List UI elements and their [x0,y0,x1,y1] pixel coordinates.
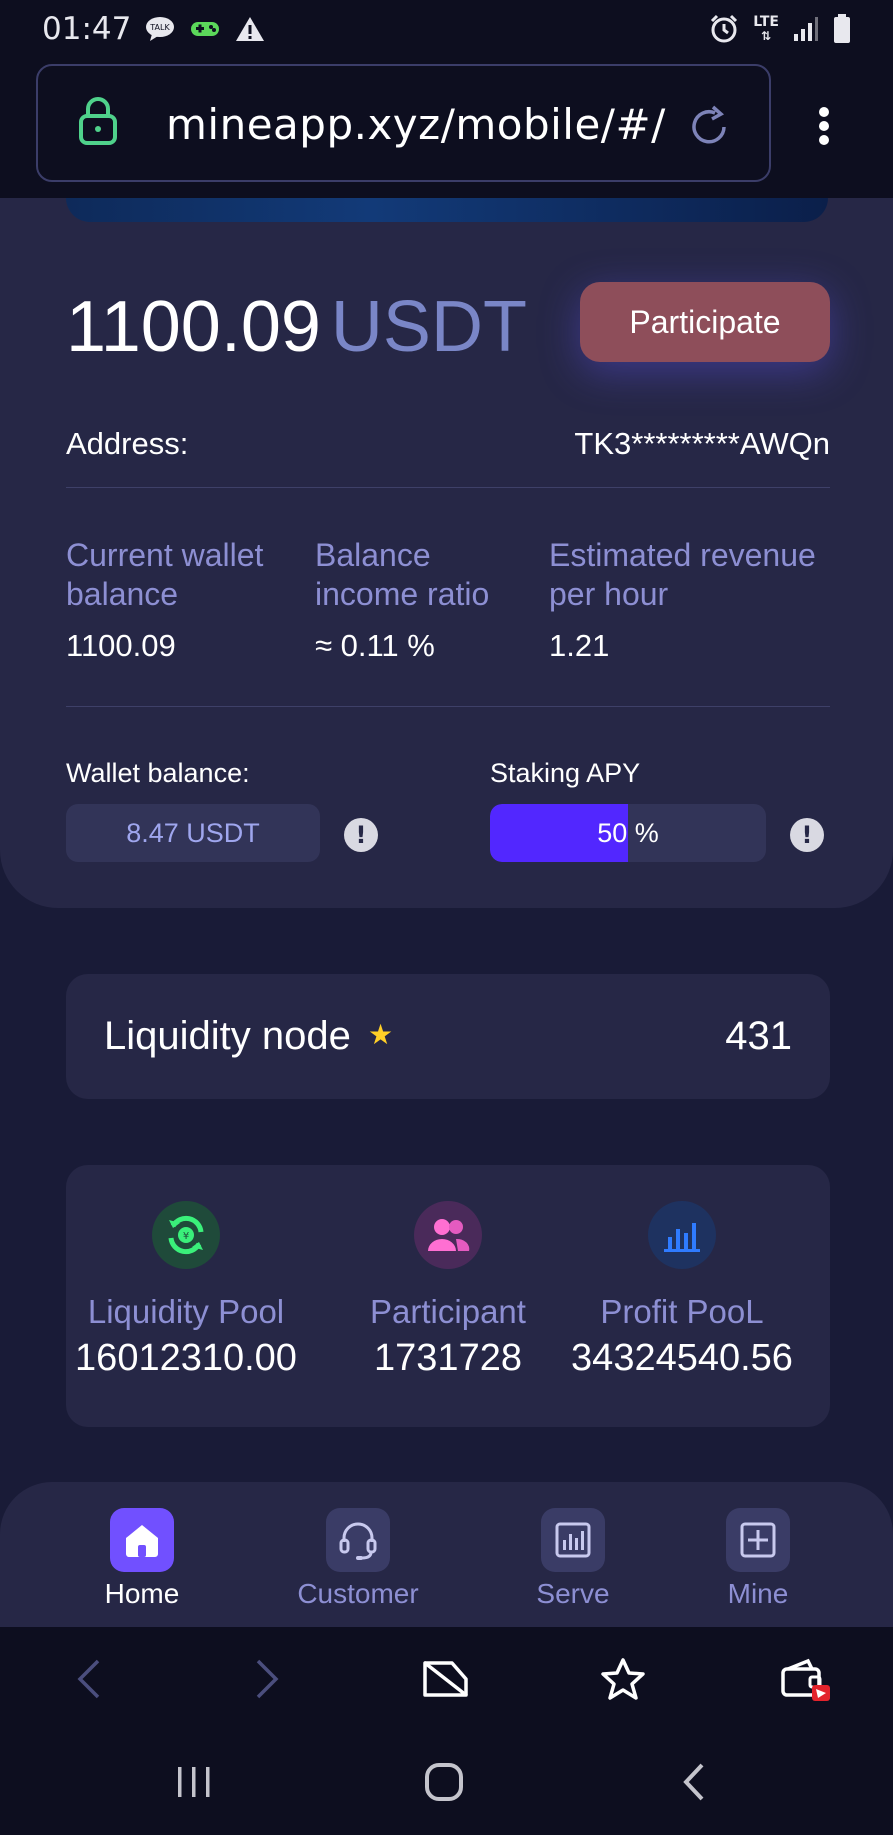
svg-text:¥: ¥ [183,1231,189,1242]
home-icon [110,1508,174,1572]
nav-customer[interactable]: Customer [273,1508,443,1610]
stat-label: Current wallet balance [66,537,264,612]
back-icon[interactable] [74,1657,104,1705]
staking-info-icon[interactable]: ! [790,818,824,852]
signal-icon [793,16,819,42]
status-bar: 01:47 TALK LTE ⇅ [0,0,893,58]
wallet-balance-value: 8.47 USDT [66,804,320,862]
divider [66,487,830,488]
lock-icon[interactable] [78,96,118,150]
address-label: Address: [66,426,189,461]
app-bottom-nav: Home Customer Serve Mine [0,1482,893,1627]
stat-value: 1.21 [549,628,610,663]
address-bar[interactable]: mineapp.xyz/mobile/#/ [36,64,771,182]
reload-icon[interactable] [686,104,732,154]
talk-icon: TALK [145,16,175,42]
nav-label: Serve [536,1578,610,1609]
pool-liquidity: ¥ Liquidity Pool 16012310.00 [66,1201,306,1380]
banner-image [66,198,828,222]
headset-icon [326,1508,390,1572]
warning-icon [235,16,265,42]
browser-toolbar: mineapp.xyz/mobile/#/ [0,58,893,198]
balance-amount: 1100.09 [66,287,321,367]
total-balance: 1100.09 USDT [66,286,527,368]
status-time: 01:47 [42,11,132,47]
nav-mine[interactable]: Mine [673,1508,843,1610]
pool-value: 16012310.00 [75,1337,297,1379]
home-button-icon[interactable] [424,1761,466,1807]
nav-home[interactable]: Home [57,1508,227,1610]
wallet-balance-label: Wallet balance: [66,758,250,788]
gamepad-icon [189,17,221,41]
pool-value: 1731728 [374,1337,522,1379]
liquidity-node-card[interactable]: Liquidity node ★ 431 [66,974,830,1099]
wallet-icon[interactable] [780,1657,834,1709]
pool-label: Participant [370,1293,526,1330]
pools-card: ¥ Liquidity Pool 16012310.00 Participant… [66,1165,830,1427]
chart-icon [541,1508,605,1572]
address-row: Address: TK3*********AWQn [66,426,830,462]
stat-current-wallet-balance: Current wallet balance 1100.09 [66,536,315,664]
staking-apy-label: Staking APY [490,758,641,788]
nav-serve[interactable]: Serve [488,1508,658,1610]
liquidity-node-title: Liquidity node [104,1014,351,1058]
nav-label: Mine [727,1578,789,1609]
battery-icon [833,14,851,44]
recent-apps-icon[interactable] [174,1761,214,1805]
star-icon: ★ [368,1019,394,1050]
hide-toolbar-icon[interactable] [422,1657,470,1705]
liquidity-pool-icon: ¥ [152,1201,220,1269]
stat-estimated-revenue: Estimated revenue per hour 1.21 [549,536,849,664]
participate-button[interactable]: Participate [580,282,830,362]
liquidity-node-count: 431 [725,1014,792,1058]
stat-label: Balance income ratio [315,537,490,612]
pool-label: Liquidity Pool [87,1293,285,1330]
system-nav-bar [0,1731,893,1835]
plus-square-icon [726,1508,790,1572]
stats-row: Current wallet balance 1100.09 Balance i… [66,536,856,664]
summary-card: 1100.09 USDT Participate Address: TK3****… [0,198,893,908]
forward-icon[interactable] [252,1657,282,1705]
lte-icon: LTE ⇅ [753,14,779,43]
stat-label: Estimated revenue per hour [549,537,816,612]
stat-value: ≈ 0.11 % [315,628,435,663]
balance-currency: USDT [330,287,527,367]
pool-label: Profit PooL [600,1293,764,1330]
bookmark-star-icon[interactable] [600,1657,646,1705]
nav-label: Home [104,1578,180,1609]
bar-chart-icon [648,1201,716,1269]
svg-text:TALK: TALK [150,23,171,32]
system-back-icon[interactable] [680,1761,710,1807]
address-value: TK3*********AWQn [574,426,830,461]
staking-apy-value: 50 % [597,817,659,848]
nav-label: Customer [297,1578,419,1609]
pool-participant: Participant 1731728 [328,1201,568,1380]
url-text[interactable]: mineapp.xyz/mobile/#/ [166,100,666,149]
pool-profit: Profit PooL 34324540.56 [562,1201,802,1380]
pool-value: 34324540.56 [571,1337,793,1379]
alarm-icon [709,14,739,44]
staking-apy-bar: 50 % [490,804,766,862]
participants-icon [414,1201,482,1269]
stat-balance-income-ratio: Balance income ratio ≈ 0.11 % [315,536,549,664]
stat-value: 1100.09 [66,628,176,663]
more-menu-icon[interactable] [818,106,830,150]
browser-bottom-bar [0,1627,893,1731]
divider [66,706,830,707]
wallet-info-icon[interactable]: ! [344,818,378,852]
